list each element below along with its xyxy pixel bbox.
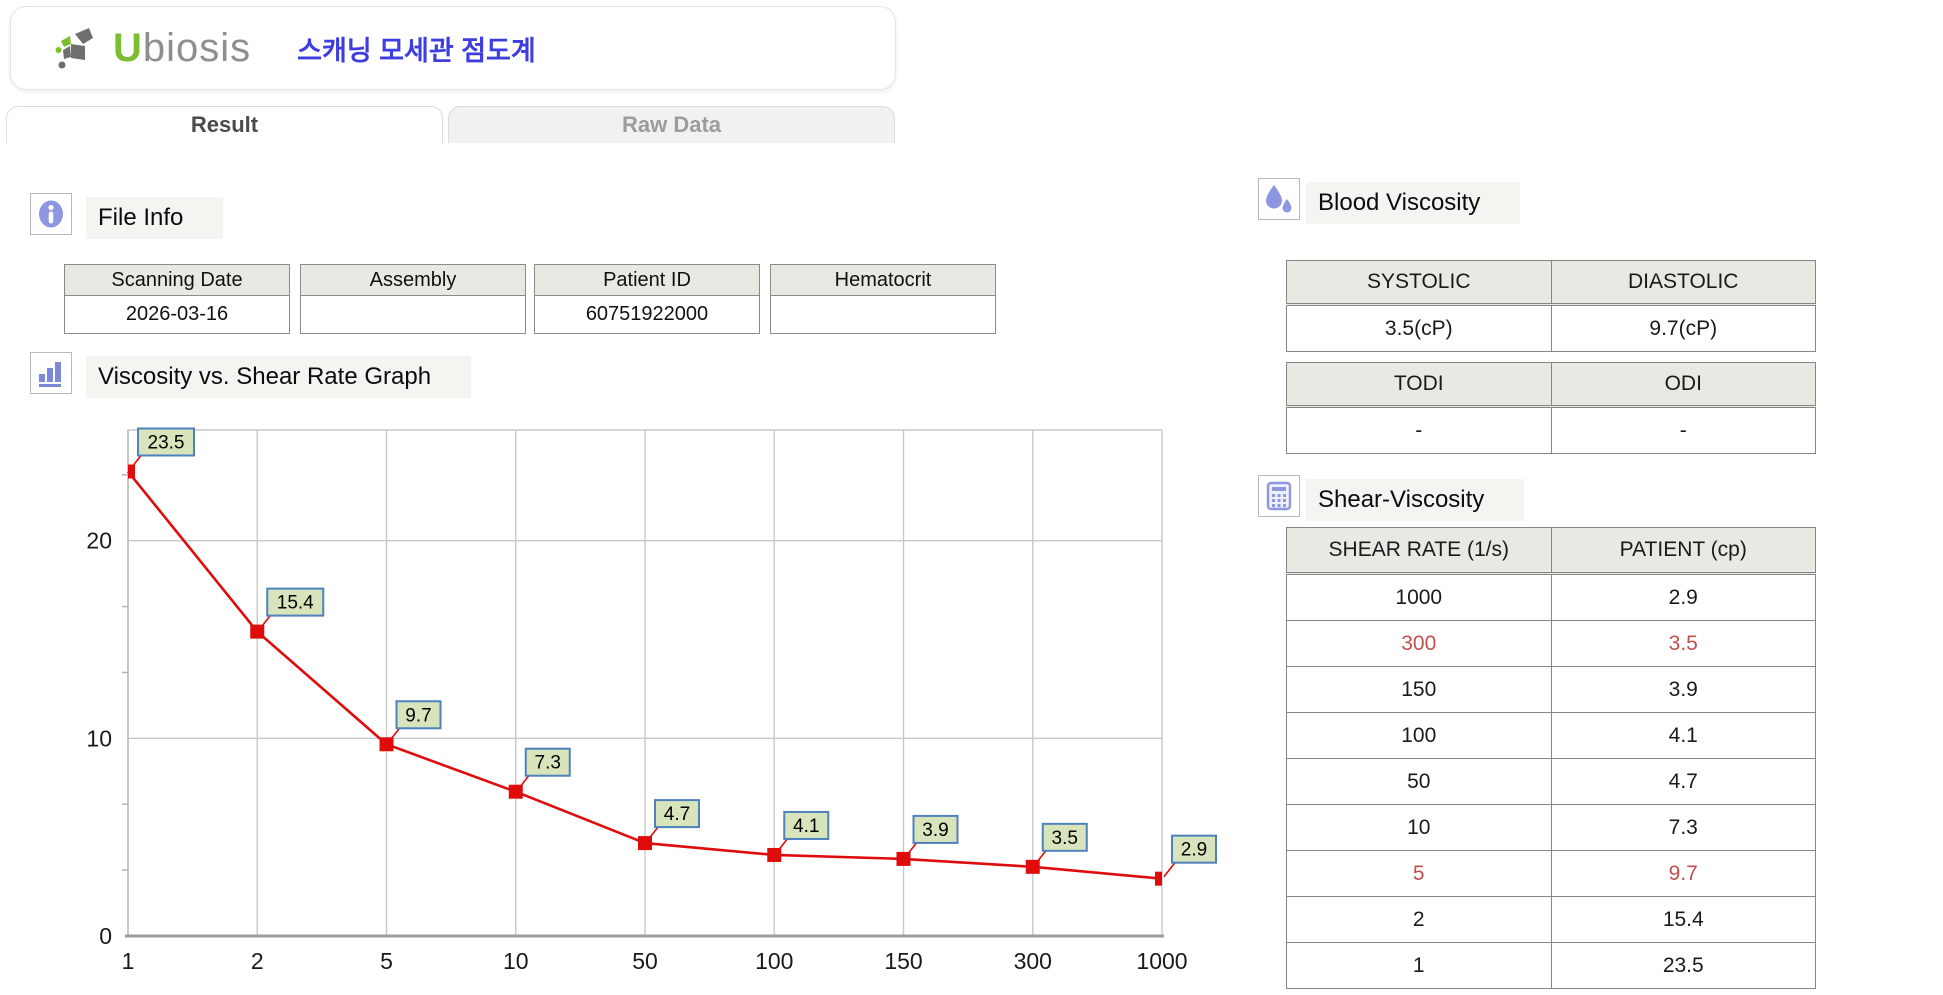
table-row-highlight: 5 9.7 — [1287, 851, 1816, 897]
ubiosis-leaf-icon — [55, 24, 107, 72]
blood-viscosity-icon-box — [1258, 178, 1300, 220]
patient-column-header: PATIENT (cp) — [1551, 528, 1816, 574]
table-row: 100 4.1 — [1287, 713, 1816, 759]
todi-header: TODI — [1287, 363, 1552, 407]
field-value — [301, 296, 526, 334]
file-info-icon-box — [30, 193, 72, 235]
field-label: Scanning Date — [65, 265, 290, 296]
shear-viscosity-table: SHEAR RATE (1/s) PATIENT (cp) 1000 2.9 3… — [1286, 527, 1816, 989]
file-info-hematocrit: Hematocrit — [770, 264, 996, 334]
svg-text:0: 0 — [99, 923, 112, 949]
svg-text:10: 10 — [503, 948, 529, 974]
svg-text:3.5: 3.5 — [1052, 828, 1078, 849]
table-row: 1000 2.9 — [1287, 574, 1816, 621]
svg-text:10: 10 — [86, 725, 112, 751]
svg-text:150: 150 — [884, 948, 922, 974]
svg-text:7.3: 7.3 — [535, 753, 561, 774]
diastolic-value: 9.7(cP) — [1551, 305, 1816, 352]
todi-value: - — [1287, 407, 1552, 454]
svg-text:1: 1 — [122, 948, 135, 974]
blood-drops-icon — [1263, 183, 1295, 215]
blood-viscosity-pressure-table: SYSTOLIC DIASTOLIC 3.5(cP) 9.7(cP) — [1286, 260, 1816, 352]
graph-icon-box — [30, 352, 72, 394]
calculator-icon — [1264, 481, 1294, 511]
table-row: 10 7.3 — [1287, 805, 1816, 851]
app-title: 스캐닝 모세관 점도계 — [297, 29, 536, 68]
svg-text:50: 50 — [632, 948, 658, 974]
field-value — [771, 296, 996, 334]
field-label: Patient ID — [535, 265, 760, 296]
svg-text:4.7: 4.7 — [664, 804, 690, 825]
tab-result[interactable]: Result — [6, 106, 443, 143]
file-info-assembly: Assembly — [300, 264, 526, 334]
table-row: 2 15.4 — [1287, 897, 1816, 943]
table-row: 1 23.5 — [1287, 943, 1816, 989]
info-icon — [35, 198, 67, 230]
svg-text:5: 5 — [380, 948, 393, 974]
ubiosis-logo: Ubiosis — [55, 24, 251, 72]
field-value: 2026-03-16 — [65, 296, 290, 334]
svg-text:1000: 1000 — [1136, 948, 1187, 974]
graph-title: Viscosity vs. Shear Rate Graph — [86, 356, 471, 398]
odi-value: - — [1551, 407, 1816, 454]
odi-header: ODI — [1551, 363, 1816, 407]
svg-text:2: 2 — [251, 948, 264, 974]
blood-viscosity-title: Blood Viscosity — [1306, 182, 1520, 224]
svg-text:2.9: 2.9 — [1181, 840, 1207, 861]
svg-text:300: 300 — [1014, 948, 1052, 974]
bar-chart-icon — [36, 358, 66, 388]
svg-text:9.7: 9.7 — [405, 705, 431, 726]
systolic-header: SYSTOLIC — [1287, 261, 1552, 305]
file-info-patient-id: Patient ID 60751922000 — [534, 264, 760, 334]
table-row-highlight: 300 3.5 — [1287, 621, 1816, 667]
table-row: 50 4.7 — [1287, 759, 1816, 805]
shear-viscosity-title: Shear-Viscosity — [1306, 479, 1524, 521]
brand-name: Ubiosis — [113, 28, 251, 68]
svg-text:20: 20 — [86, 528, 112, 554]
svg-text:23.5: 23.5 — [148, 433, 185, 454]
svg-text:4.1: 4.1 — [793, 816, 819, 837]
file-info-title: File Info — [86, 197, 223, 239]
systolic-value: 3.5(cP) — [1287, 305, 1552, 352]
shear-rate-column-header: SHEAR RATE (1/s) — [1287, 528, 1552, 574]
svg-text:3.9: 3.9 — [922, 820, 948, 841]
svg-text:15.4: 15.4 — [277, 593, 314, 614]
shear-viscosity-icon-box — [1258, 475, 1300, 517]
field-label: Assembly — [301, 265, 526, 296]
field-label: Hematocrit — [771, 265, 996, 296]
diastolic-header: DIASTOLIC — [1551, 261, 1816, 305]
viscosity-shear-rate-chart: 0 10 20 1 2 5 10 50 100 150 300 1000 23.5 15.4 9.7 7.3 4… — [40, 420, 1310, 995]
table-row: 150 3.9 — [1287, 667, 1816, 713]
app-header: Ubiosis 스캐닝 모세관 점도계 — [10, 6, 896, 90]
field-value: 60751922000 — [535, 296, 760, 334]
blood-viscosity-index-table: TODI ODI - - — [1286, 362, 1816, 454]
svg-text:100: 100 — [755, 948, 793, 974]
tab-raw-data[interactable]: Raw Data — [448, 106, 895, 143]
file-info-scanning-date: Scanning Date 2026-03-16 — [64, 264, 290, 334]
